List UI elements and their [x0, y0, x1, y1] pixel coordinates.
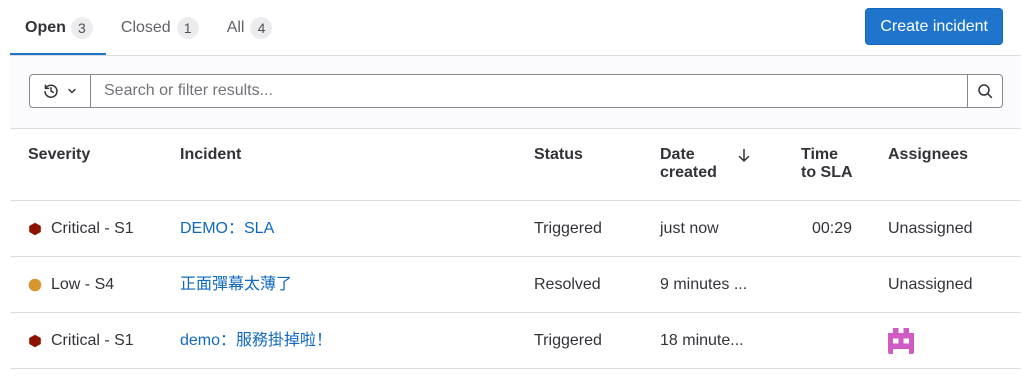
tab-closed-count: 1	[176, 16, 199, 39]
filtered-search-bar	[29, 74, 1003, 108]
date-created-cell: 18 minute...	[660, 331, 744, 349]
column-header-date-created-label: Date created	[660, 146, 717, 181]
date-created-cell: 9 minutes ...	[660, 275, 748, 293]
history-icon	[44, 84, 58, 98]
create-incident-button[interactable]: Create incident	[865, 8, 1003, 45]
filter-area	[10, 56, 1021, 129]
search-input[interactable]	[91, 75, 967, 107]
search-icon	[978, 84, 993, 99]
column-header-assignees: Assignees	[888, 146, 969, 163]
chevron-down-icon	[68, 88, 76, 94]
date-created-cell: just now	[660, 219, 719, 237]
table-header: Severity Incident Status Date created Ti…	[10, 129, 1021, 201]
assignees-cell	[870, 327, 1021, 354]
incident-cell: 正面彈幕太薄了	[162, 275, 516, 295]
severity-critical-icon	[29, 222, 41, 235]
tab-all-label: All	[226, 18, 245, 36]
incidents-page: Open 3 Closed 1 All 4 Create incident Se…	[0, 0, 1024, 376]
search-button[interactable]	[967, 75, 1002, 107]
column-header-severity[interactable]: Severity	[10, 129, 162, 200]
tab-all-count: 4	[250, 16, 273, 39]
column-header-status[interactable]: Status	[516, 129, 642, 200]
column-header-time-to-sla-label: Time to SLA	[801, 146, 853, 181]
table-row[interactable]: Critical - S1 demo：服務掛掉啦！ Triggered 18 m…	[10, 313, 1021, 369]
column-header-date-created[interactable]: Date created	[642, 129, 783, 200]
arrow-down-icon	[738, 148, 750, 162]
assignees-cell: Unassigned	[888, 275, 973, 293]
tab-open-count: 3	[70, 16, 93, 39]
tabs-bar: Open 3 Closed 1 All 4 Create incident	[10, 0, 1021, 56]
column-header-incident: Incident	[180, 146, 242, 163]
assignees-cell: Unassigned	[888, 219, 973, 237]
tab-open[interactable]: Open 3	[10, 0, 106, 55]
severity-label: Critical - S1	[51, 331, 134, 349]
incident-link[interactable]: DEMO：SLA	[180, 220, 274, 237]
severity-label: Critical - S1	[51, 219, 134, 237]
tab-all[interactable]: All 4	[212, 0, 286, 55]
table-row[interactable]: Low - S4 正面彈幕太薄了 Resolved 9 minutes ... …	[10, 257, 1021, 313]
severity-critical-icon	[29, 334, 41, 347]
severity-cell: Critical - S1	[10, 219, 162, 239]
status-cell: Triggered	[534, 219, 602, 237]
tab-open-label: Open	[25, 18, 66, 36]
status-cell: Triggered	[534, 331, 602, 349]
time-to-sla-cell: 00:29	[811, 219, 852, 237]
severity-label: Low - S4	[51, 275, 115, 293]
incidents-table: Severity Incident Status Date created Ti…	[10, 129, 1021, 369]
severity-cell: Critical - S1	[10, 331, 162, 351]
tab-closed[interactable]: Closed 1	[106, 0, 212, 55]
incident-cell: DEMO：SLA	[162, 219, 516, 239]
severity-low-icon	[28, 278, 42, 291]
status-cell: Resolved	[534, 275, 601, 293]
table-row[interactable]: Critical - S1 DEMO：SLA Triggered just no…	[10, 201, 1021, 257]
recent-searches-dropdown[interactable]	[30, 75, 91, 107]
incident-link[interactable]: demo：服務掛掉啦！	[180, 332, 332, 349]
avatar-icon[interactable]	[888, 327, 914, 354]
severity-cell: Low - S4	[10, 275, 162, 295]
incident-link[interactable]: 正面彈幕太薄了	[180, 276, 292, 293]
column-header-time-to-sla[interactable]: Time to SLA	[783, 129, 870, 200]
incident-cell: demo：服務掛掉啦！	[162, 331, 516, 351]
tab-closed-label: Closed	[120, 18, 171, 36]
date-created-header-content: Date created	[660, 146, 765, 182]
